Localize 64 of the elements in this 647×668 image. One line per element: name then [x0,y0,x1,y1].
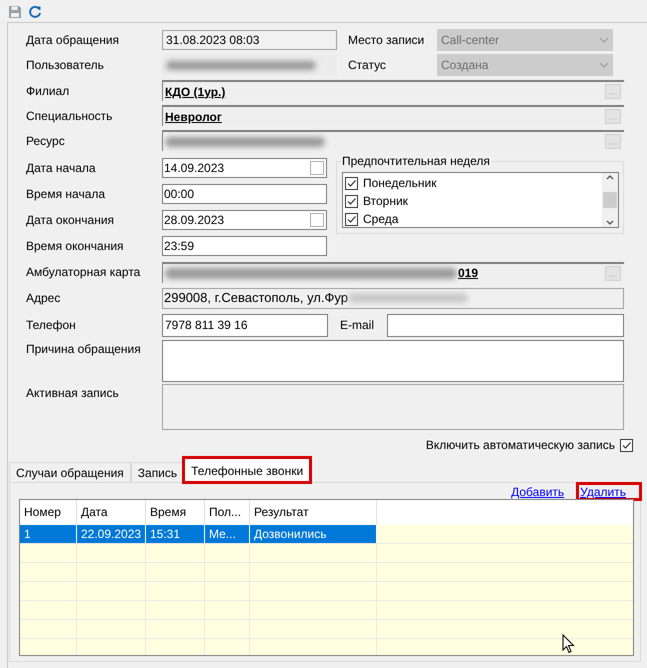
date-field[interactable]: 14.09.2023 [162,158,327,178]
chevron-up-icon[interactable] [606,175,614,180]
tab[interactable]: Телефонные звонки [184,458,310,482]
list-item-label: Понедельник [363,175,436,192]
field-label: Телефон [26,317,77,334]
checkbox[interactable] [345,176,358,190]
field-label: Время начала [26,186,106,203]
ellipsis-button[interactable] [605,266,621,280]
link[interactable]: Добавить [511,484,564,499]
time-field[interactable]: 23:59 [162,236,327,256]
field-value: Невролог [165,108,222,126]
field-value: 019 [458,265,478,282]
date-field[interactable]: 28.09.2023 [162,210,327,230]
input-field[interactable] [387,314,624,336]
table-cell: 22.09.2023 [77,525,146,543]
checkbox[interactable] [345,212,358,226]
field-label: Время окончания [26,238,125,255]
text-area[interactable] [162,340,624,382]
input-field[interactable] [162,55,337,75]
field-label: Филиал [26,82,70,100]
field-label: Ресурс [26,132,66,150]
link[interactable]: Удалить [578,484,640,499]
table-cell: 1 [20,525,77,543]
field-label: E-mail [339,317,376,334]
chevron-down-icon [599,36,609,42]
table-cell: Дозвонились [250,525,377,543]
field-value: КДО (1ур.) [165,84,226,100]
cursor-icon [562,634,576,654]
field-label: Активная запись [26,385,120,402]
lookup-field[interactable]: КДО (1ур.) [162,80,624,101]
field-label: Адрес [26,290,62,307]
refresh-icon[interactable] [28,5,42,19]
checkbox[interactable] [345,194,358,208]
checkbox[interactable] [310,161,324,175]
field-label: Дата начала [26,160,97,177]
checkbox[interactable] [620,438,633,452]
chevron-down-icon[interactable] [606,220,614,225]
checkbox-label: Включить автоматическую запись [426,437,615,454]
time-field[interactable]: 00:00 [162,184,327,204]
field-label: Статус [347,57,387,74]
field-label: Дата окончания [26,212,116,229]
field-label: Место записи [347,32,426,48]
tab[interactable]: Случаи обращения [9,462,131,482]
table-cell: Ме... [205,525,250,543]
list-item-label: Среда [363,211,398,228]
field-label: Амбулаторная карта [26,264,142,281]
scrollbar[interactable] [602,173,618,227]
lookup-field[interactable] [162,130,624,151]
field-label: Дата обращения [26,32,120,48]
lookup-field[interactable]: Невролог [162,105,624,126]
tab[interactable]: Запись [130,462,184,482]
lookup-field[interactable]: 019 [162,262,624,282]
input-field[interactable]: 31.08.2023 08:03 [162,30,337,50]
chevron-down-icon [599,62,609,68]
checkbox-list[interactable]: Понедельник Вторник Среда [342,172,619,228]
field-label: Причина обращения [26,341,142,358]
table-cell: 15:31 [146,525,205,543]
input-field[interactable]: 299008, г.Севастополь, ул.Фур [162,288,624,308]
field-label: Пользователь [26,57,105,74]
input-field[interactable]: 7978 811 39 16 [162,314,328,336]
list-item-label: Вторник [363,193,408,210]
field-label: Специальность [26,108,114,124]
scrollbar-thumb[interactable] [603,192,617,208]
checkbox[interactable] [310,213,324,227]
